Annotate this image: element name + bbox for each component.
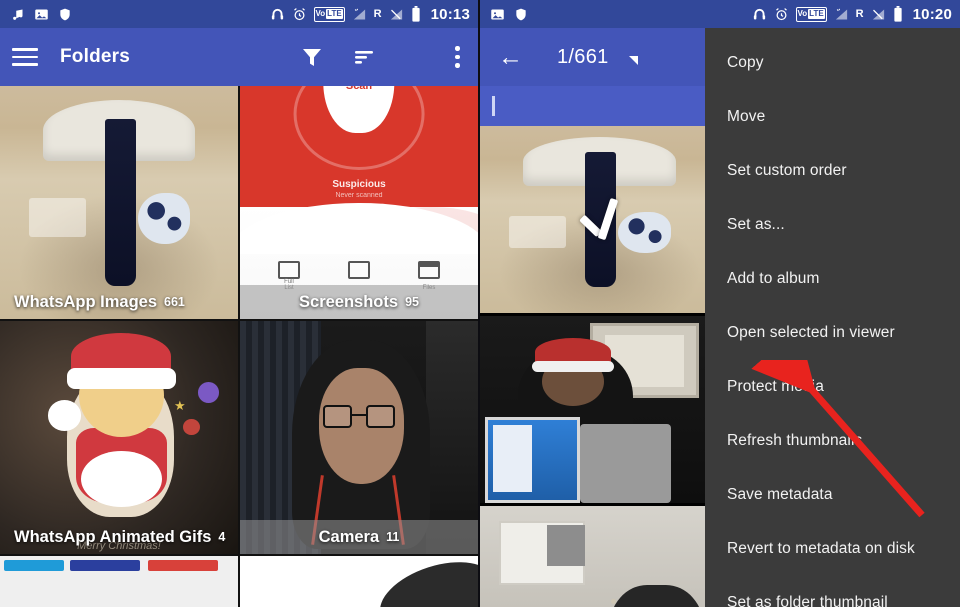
grid-view-icon[interactable] bbox=[404, 49, 427, 66]
camera-icon bbox=[348, 261, 370, 279]
folder-card-whatsapp-images[interactable]: WhatsApp Images 661 bbox=[0, 86, 238, 319]
overflow-menu-icon[interactable] bbox=[455, 46, 460, 68]
photo-thumbnail-selected[interactable] bbox=[480, 126, 719, 313]
volte-vo-label: Vo bbox=[797, 9, 808, 18]
alarm-icon bbox=[293, 7, 305, 20]
left-phone-panel: Vo LTE R 10:13 Folders WhatsApp Images 6… bbox=[0, 0, 480, 607]
scan-status-sub: Never scanned bbox=[335, 192, 383, 200]
volte-vo-label: Vo bbox=[315, 9, 326, 18]
menu-item-set-as[interactable]: Set as... bbox=[705, 198, 960, 252]
headset-icon bbox=[753, 8, 765, 19]
folder-card-camera[interactable]: Camera 11 bbox=[240, 321, 478, 554]
roaming-icon: R bbox=[373, 8, 382, 20]
folder-label: WhatsApp Animated Gifs 4 bbox=[0, 520, 238, 554]
image-icon bbox=[491, 9, 504, 19]
page-title: Folders bbox=[60, 46, 131, 67]
menu-item-refresh-thumbnails[interactable]: Refresh thumbnails bbox=[705, 414, 960, 468]
left-toolbar: Folders bbox=[0, 28, 478, 86]
folder-count: 95 bbox=[405, 295, 419, 309]
back-arrow-icon[interactable]: ← bbox=[498, 44, 523, 70]
menu-item-revert-to-metadata-on-disk[interactable]: Revert to metadata on disk bbox=[705, 522, 960, 576]
folder-card-partial-left[interactable] bbox=[0, 556, 238, 607]
status-right-icons: Vo LTE R 10:13 bbox=[270, 6, 470, 23]
context-menu: Copy Move Set custom order Set as... Add… bbox=[705, 28, 960, 607]
menu-item-set-as-folder-thumbnail[interactable]: Set as folder thumbnail bbox=[705, 576, 960, 607]
gallery-icon: Full List bbox=[278, 261, 300, 291]
text-caret bbox=[492, 96, 495, 116]
status-left-icons bbox=[10, 7, 72, 22]
folder-card-whatsapp-animated-gifs[interactable]: ★ Merry Christmas! WhatsApp Animated Gif… bbox=[0, 321, 238, 554]
music-note-icon bbox=[13, 9, 23, 20]
left-status-bar: Vo LTE R 10:13 bbox=[0, 0, 478, 28]
shield-icon bbox=[60, 8, 70, 20]
signal-1-icon bbox=[353, 8, 365, 19]
folder-card-partial-right[interactable] bbox=[240, 556, 478, 607]
photo-santa-hat-desk bbox=[480, 316, 719, 503]
volte-icon: Vo LTE bbox=[313, 6, 345, 22]
triangle-dropdown-icon[interactable] bbox=[628, 55, 638, 65]
folder-label: Camera 11 bbox=[240, 520, 478, 554]
folder-name: WhatsApp Animated Gifs bbox=[14, 527, 212, 546]
folder-name: Camera bbox=[318, 527, 380, 546]
toolbar-actions bbox=[300, 45, 466, 69]
hamburger-icon[interactable] bbox=[12, 48, 38, 66]
folder-name: Screenshots bbox=[299, 292, 399, 311]
menu-item-set-custom-order[interactable]: Set custom order bbox=[705, 144, 960, 198]
status-time: 10:20 bbox=[912, 5, 952, 23]
folder-label: Screenshots 95 bbox=[240, 285, 478, 319]
photo-thumbnail[interactable] bbox=[480, 316, 719, 503]
headset-icon bbox=[271, 8, 283, 19]
alarm-icon bbox=[775, 7, 787, 20]
scan-bottom-icons: Full List Files bbox=[240, 255, 478, 291]
signal-2-icon bbox=[390, 9, 402, 19]
right-status-bar: Vo LTE R 10:20 bbox=[480, 0, 960, 28]
folder-icon: Files bbox=[418, 261, 440, 291]
menu-item-add-to-album[interactable]: Add to album bbox=[705, 252, 960, 306]
sort-icon[interactable] bbox=[352, 45, 376, 69]
battery-icon bbox=[411, 6, 420, 22]
image-icon bbox=[35, 9, 48, 19]
menu-item-copy[interactable]: Copy bbox=[705, 36, 960, 90]
menu-item-save-metadata[interactable]: Save metadata bbox=[705, 468, 960, 522]
right-phone-panel: Vo LTE R 10:20 ← 1/661 Copy Move Set cus… bbox=[480, 0, 960, 607]
photo-thumbnail[interactable] bbox=[480, 506, 719, 607]
status-right-icons: Vo LTE R 10:20 bbox=[752, 6, 952, 23]
photo-office-desk bbox=[480, 506, 719, 607]
signal-2-icon bbox=[872, 9, 884, 19]
filter-icon[interactable] bbox=[300, 45, 324, 69]
folder-count: 4 bbox=[218, 530, 226, 544]
check-icon bbox=[574, 194, 625, 245]
folder-name: WhatsApp Images bbox=[14, 292, 158, 311]
folder-thumbnail-partial bbox=[240, 556, 478, 607]
volte-lte-label: LTE bbox=[808, 9, 825, 19]
scan-status-text: Suspicious bbox=[332, 179, 386, 191]
menu-item-open-selected-in-viewer[interactable]: Open selected in viewer bbox=[705, 306, 960, 360]
folder-grid: WhatsApp Images 661 Scan Suspicious Neve… bbox=[0, 86, 478, 607]
selection-count: 1/661 bbox=[557, 45, 609, 68]
volte-icon: Vo LTE bbox=[795, 6, 827, 22]
status-left-icons bbox=[490, 7, 528, 22]
menu-item-protect-media[interactable]: Protect media bbox=[705, 360, 960, 414]
battery-icon bbox=[893, 6, 902, 22]
volte-lte-label: LTE bbox=[326, 9, 343, 19]
folder-card-screenshots[interactable]: Scan Suspicious Never scanned Full List … bbox=[240, 86, 478, 319]
scan-status: Suspicious Never scanned bbox=[240, 179, 478, 199]
folder-label: WhatsApp Images 661 bbox=[0, 285, 238, 319]
folder-count: 11 bbox=[386, 530, 400, 544]
shield-icon bbox=[516, 8, 526, 20]
folder-thumbnail-partial bbox=[0, 556, 238, 607]
menu-item-move[interactable]: Move bbox=[705, 90, 960, 144]
screenshot-root: Vo LTE R 10:13 Folders WhatsApp Images 6… bbox=[0, 0, 960, 607]
folder-count: 661 bbox=[164, 295, 185, 309]
scan-word: Scan bbox=[345, 86, 373, 93]
roaming-icon: R bbox=[855, 8, 864, 20]
signal-1-icon bbox=[835, 8, 847, 19]
status-time: 10:13 bbox=[430, 5, 470, 23]
